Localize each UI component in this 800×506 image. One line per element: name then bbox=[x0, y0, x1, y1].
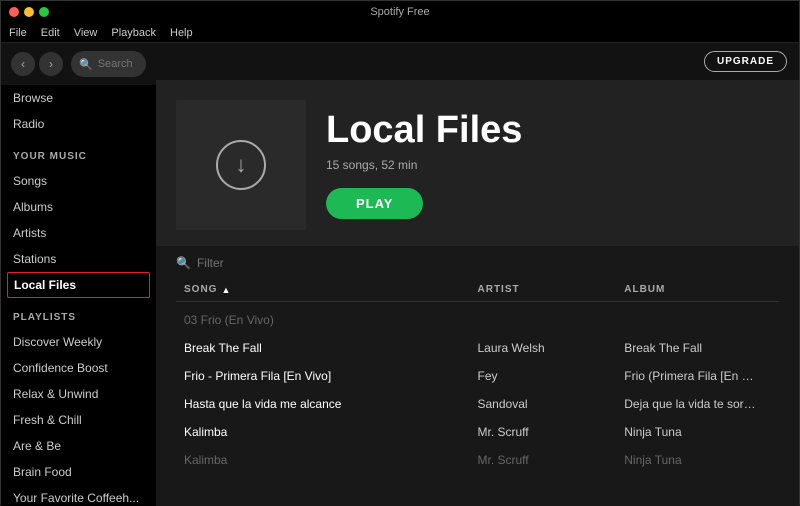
track-song-cell: Break The Fall bbox=[184, 341, 478, 355]
search-input[interactable] bbox=[98, 58, 138, 70]
sidebar-item-discover-weekly[interactable]: Discover Weekly bbox=[1, 329, 156, 355]
sidebar-item-artists[interactable]: Artists bbox=[1, 220, 156, 246]
window-controls bbox=[9, 7, 49, 17]
sidebar-item-your-favorite-coffeeh[interactable]: Your Favorite Coffeeh... bbox=[1, 485, 156, 506]
track-artist-cell: Laura Welsh bbox=[478, 341, 625, 355]
album-art: ↓ bbox=[176, 100, 306, 230]
menu-help[interactable]: Help bbox=[170, 27, 193, 39]
table-row[interactable]: Hasta que la vida me alcanceSandovalDeja… bbox=[176, 390, 779, 418]
track-list: SONG ▲ ARTIST ALBUM 03 Frio (En Vivo) Bre… bbox=[156, 278, 799, 474]
table-row[interactable]: Break The FallLaura WelshBreak The Fall bbox=[176, 334, 779, 362]
sidebar-item-brain-food[interactable]: Brain Food bbox=[1, 459, 156, 485]
table-row[interactable]: KalimbaMr. ScruffNinja Tuna bbox=[176, 446, 779, 474]
forward-button[interactable]: › bbox=[39, 52, 63, 76]
sidebar-item-radio[interactable]: Radio bbox=[1, 111, 156, 137]
play-button[interactable]: PLAY bbox=[326, 188, 423, 219]
playlist-title: Local Files bbox=[326, 110, 522, 152]
sidebar-item-stations[interactable]: Stations bbox=[1, 246, 156, 272]
filter-bar: 🔍 bbox=[156, 246, 799, 278]
track-song-cell: Kalimba bbox=[184, 453, 478, 467]
track-song-cell: Frio - Primera Fila [En Vivo] bbox=[184, 369, 478, 383]
title-bar: Spotify Free bbox=[1, 1, 799, 23]
track-artist-cell: Sandoval bbox=[478, 397, 625, 411]
playlist-header: ↓ Local Files 15 songs, 52 min PLAY bbox=[156, 80, 799, 246]
app-title: Spotify Free bbox=[370, 6, 429, 18]
sidebar-item-browse[interactable]: Browse bbox=[1, 85, 156, 111]
track-artist-cell bbox=[478, 313, 625, 327]
menu-playback[interactable]: Playback bbox=[111, 27, 156, 39]
track-song-cell: Kalimba bbox=[184, 425, 478, 439]
track-album-cell bbox=[624, 313, 771, 327]
menu-bar: File Edit View Playback Help bbox=[1, 23, 799, 43]
track-artist-cell: Fey bbox=[478, 369, 625, 383]
top-nav: ‹ › 🔍 bbox=[1, 43, 156, 85]
track-artist-cell: Mr. Scruff bbox=[478, 453, 625, 467]
close-dot[interactable] bbox=[9, 7, 19, 17]
sidebar-item-are-be[interactable]: Are & Be bbox=[1, 433, 156, 459]
track-album-cell: Ninja Tuna bbox=[624, 425, 771, 439]
track-album-cell: Ninja Tuna bbox=[624, 453, 771, 467]
playlist-meta: 15 songs, 52 min bbox=[326, 158, 522, 172]
app-container: ‹ › 🔍 Browse Radio YOUR MUSIC Songs Albu… bbox=[1, 43, 799, 506]
your-music-label: YOUR MUSIC bbox=[1, 137, 156, 168]
main-content: ↓ Local Files 15 songs, 52 min PLAY 🔍 SO… bbox=[156, 80, 799, 506]
filter-icon: 🔍 bbox=[176, 256, 191, 270]
column-song: SONG ▲ bbox=[184, 284, 478, 295]
sidebar: ‹ › 🔍 Browse Radio YOUR MUSIC Songs Albu… bbox=[1, 43, 156, 506]
search-bar[interactable]: 🔍 bbox=[71, 51, 146, 77]
back-button[interactable]: ‹ bbox=[11, 52, 35, 76]
menu-view[interactable]: View bbox=[74, 27, 98, 39]
sidebar-item-confidence-boost[interactable]: Confidence Boost bbox=[1, 355, 156, 381]
playlists-label: PLAYLISTS bbox=[1, 298, 156, 329]
column-artist: ARTIST bbox=[478, 284, 625, 295]
track-list-header: SONG ▲ ARTIST ALBUM bbox=[176, 278, 779, 302]
nav-arrows: ‹ › bbox=[11, 52, 63, 76]
menu-file[interactable]: File bbox=[9, 27, 27, 39]
sidebar-item-relax-unwind[interactable]: Relax & Unwind bbox=[1, 381, 156, 407]
column-album: ALBUM bbox=[624, 284, 771, 295]
table-row[interactable]: KalimbaMr. ScruffNinja Tuna bbox=[176, 418, 779, 446]
track-album-cell: Frio (Primera Fila [En Vivo]) bbox=[624, 369, 771, 383]
upgrade-button[interactable]: UPGRADE bbox=[704, 51, 787, 72]
sidebar-item-local-files[interactable]: Local Files bbox=[7, 272, 150, 298]
track-song-cell: Hasta que la vida me alcance bbox=[184, 397, 478, 411]
download-icon: ↓ bbox=[216, 140, 266, 190]
table-row[interactable]: 03 Frio (En Vivo) bbox=[176, 306, 779, 334]
track-album-cell: Deja que la vida te sorprenda bbox=[624, 397, 771, 411]
menu-edit[interactable]: Edit bbox=[41, 27, 60, 39]
filter-input[interactable] bbox=[197, 256, 352, 270]
right-panel: UPGRADE ↓ Local Files 15 songs, 52 min P… bbox=[156, 43, 799, 506]
track-rows-container: 03 Frio (En Vivo) Break The FallLaura Wel… bbox=[176, 306, 779, 474]
maximize-dot[interactable] bbox=[39, 7, 49, 17]
track-song-cell: 03 Frio (En Vivo) bbox=[184, 313, 478, 327]
sidebar-item-songs[interactable]: Songs bbox=[1, 168, 156, 194]
sort-arrow-icon: ▲ bbox=[221, 285, 231, 295]
playlist-info: Local Files 15 songs, 52 min PLAY bbox=[326, 100, 522, 219]
search-icon: 🔍 bbox=[79, 58, 93, 71]
table-row[interactable]: Frio - Primera Fila [En Vivo]FeyFrio (Pr… bbox=[176, 362, 779, 390]
sidebar-item-fresh-chill[interactable]: Fresh & Chill bbox=[1, 407, 156, 433]
minimize-dot[interactable] bbox=[24, 7, 34, 17]
track-artist-cell: Mr. Scruff bbox=[478, 425, 625, 439]
sidebar-item-albums[interactable]: Albums bbox=[1, 194, 156, 220]
track-album-cell: Break The Fall bbox=[624, 341, 771, 355]
